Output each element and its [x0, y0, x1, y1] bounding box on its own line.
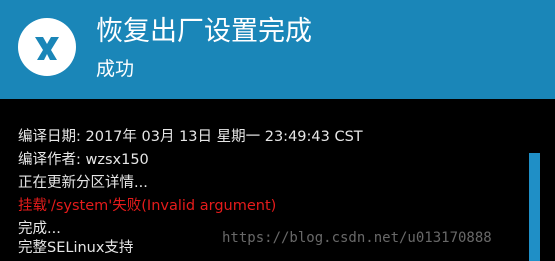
log-line-updating-partitions: 正在更新分区详情...	[18, 175, 148, 191]
page-title: 恢复出厂设置完成	[96, 16, 312, 47]
watermark: https://blog.csdn.net/u013170888	[222, 230, 492, 246]
header-bar: 恢复出厂设置完成 成功	[0, 0, 555, 99]
log-line-done: 完成...	[18, 221, 61, 237]
console-scrollbar[interactable]	[529, 153, 540, 261]
twrp-logo-icon	[18, 18, 76, 76]
log-line-build-author: 编译作者: wzsx150	[18, 152, 149, 168]
log-line-build-date: 编译日期: 2017年 03月 13日 星期一 23:49:43 CST	[18, 129, 363, 145]
log-line-selinux-support: 完整SELinux支持	[18, 240, 134, 256]
log-line-mount-error: 挂载'/system'失败(Invalid argument)	[18, 198, 277, 214]
status-subtitle: 成功	[96, 58, 135, 80]
